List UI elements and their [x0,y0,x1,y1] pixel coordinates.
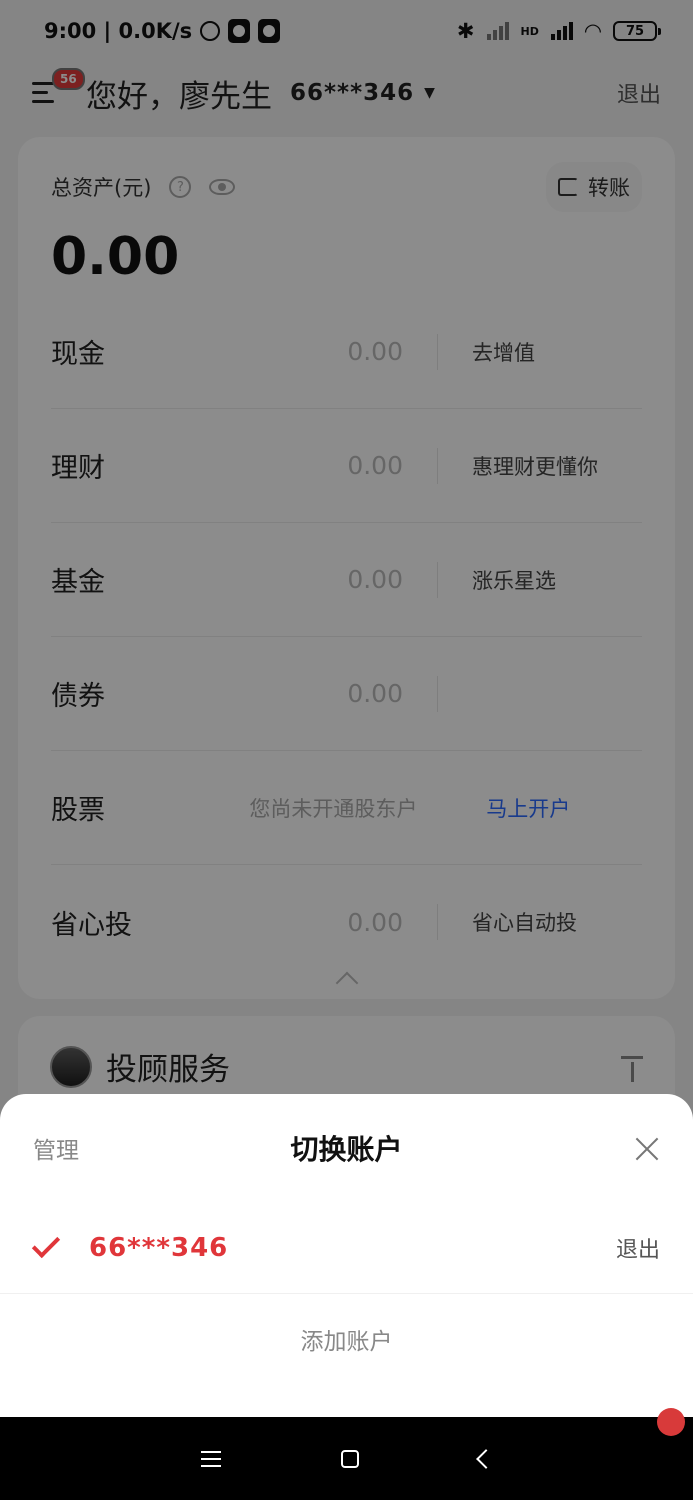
add-account-button[interactable]: 添加账户 [0,1294,693,1390]
back-icon[interactable] [475,1448,496,1469]
home-icon[interactable] [340,1449,359,1468]
account-row[interactable]: 66***346 退出 [0,1202,693,1294]
close-icon[interactable] [634,1135,660,1161]
system-nav-bar [0,1417,693,1500]
switch-account-sheet: 管理 切换账户 66***346 退出 添加账户 [0,1094,693,1417]
check-icon [31,1229,61,1258]
manage-button[interactable]: 管理 [33,1131,79,1165]
recent-apps-icon[interactable] [200,1450,221,1467]
watermark-badge-icon [657,1408,685,1436]
account-logout-button[interactable]: 退出 [616,1232,660,1264]
sheet-title: 切换账户 [290,1133,403,1166]
account-id: 66***346 [89,1232,229,1263]
watermark-logo [657,1408,685,1436]
